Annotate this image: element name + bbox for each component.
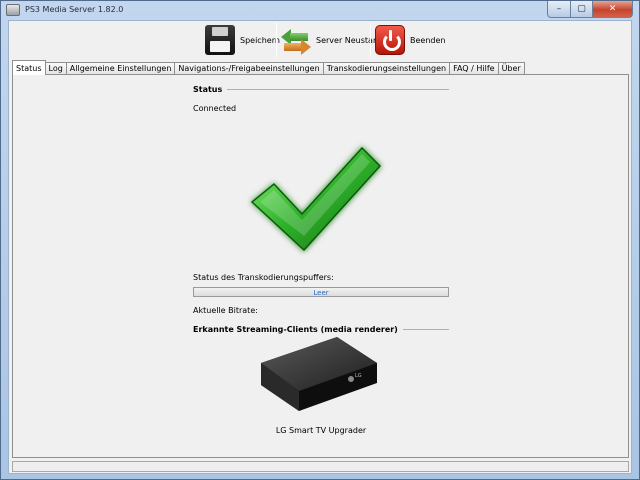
restart-arrows-icon <box>281 25 311 55</box>
status-section-title: Status <box>193 85 449 94</box>
window-controls: – ▢ ✕ <box>547 1 633 18</box>
quit-button[interactable]: Beenden <box>375 23 445 57</box>
close-button[interactable]: ✕ <box>593 1 633 18</box>
bitrate-label: Aktuelle Bitrate: <box>193 306 258 315</box>
toolbar: Speichern Server Neustart Beenden <box>9 21 631 59</box>
client-name: LG Smart TV Upgrader <box>275 426 367 435</box>
toolbar-separator <box>276 23 277 57</box>
window-title: PS3 Media Server 1.82.0 <box>25 5 124 14</box>
save-button[interactable]: Speichern <box>205 23 280 57</box>
buffer-label: Status des Transkodierungspuffers: <box>193 273 334 282</box>
close-icon: ✕ <box>608 4 617 14</box>
lg-logo-icon <box>348 376 354 382</box>
save-label: Speichern <box>240 35 280 45</box>
buffer-progress-bar: Leer <box>193 287 449 297</box>
connection-status: Connected <box>193 104 237 113</box>
title-bar[interactable]: PS3 Media Server 1.82.0 – ▢ ✕ <box>1 1 639 20</box>
section-divider <box>227 89 449 90</box>
maximize-icon: ▢ <box>577 4 586 14</box>
status-bar <box>12 461 629 472</box>
floppy-disk-icon <box>205 25 235 55</box>
maximize-button[interactable]: ▢ <box>571 1 593 18</box>
media-renderer-image[interactable]: LG <box>259 333 379 413</box>
status-panel: Status Connected Status des Transkodieru… <box>12 74 629 458</box>
client-area: Speichern Server Neustart Beenden Status… <box>8 20 632 474</box>
quit-label: Beenden <box>410 35 446 45</box>
power-icon <box>375 25 405 55</box>
checkmark-icon <box>250 146 382 252</box>
tab-bar: Status Log Allgemeine Einstellungen Navi… <box>12 60 525 75</box>
status-section-label: Status <box>193 85 223 94</box>
tab-status[interactable]: Status <box>12 60 46 75</box>
restart-button[interactable]: Server Neustart <box>281 23 379 57</box>
app-window: PS3 Media Server 1.82.0 – ▢ ✕ Speichern … <box>0 0 640 480</box>
toolbar-separator <box>370 23 371 57</box>
buffer-value: Leer <box>313 289 329 297</box>
app-icon <box>6 4 20 16</box>
section-divider <box>402 329 449 330</box>
device-brand: LG <box>355 373 362 379</box>
minimize-button[interactable]: – <box>547 1 571 18</box>
minimize-icon: – <box>556 4 562 14</box>
